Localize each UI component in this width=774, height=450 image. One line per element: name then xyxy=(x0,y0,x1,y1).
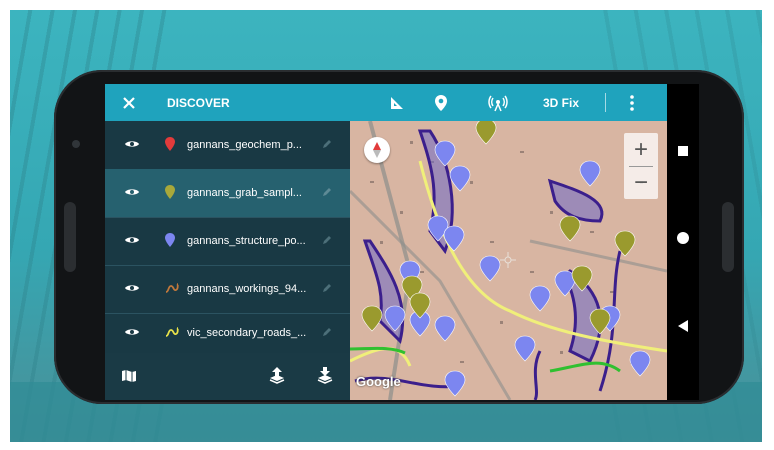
eye-icon[interactable] xyxy=(124,327,140,340)
edit-pencil-icon[interactable] xyxy=(322,327,332,340)
compass-button[interactable] xyxy=(364,137,390,163)
layer-row[interactable]: vic_secondary_roads_... xyxy=(105,313,350,354)
eye-icon[interactable] xyxy=(124,139,140,152)
close-icon[interactable] xyxy=(117,84,141,121)
gps-fix-status[interactable]: 3D Fix xyxy=(543,84,579,121)
toolbar-divider xyxy=(605,93,606,112)
app-screen: DISCOVER 3D Fix gannans_geochem_p... gan… xyxy=(105,84,667,400)
back-button[interactable] xyxy=(667,320,699,332)
layer-row[interactable]: gannans_structure_po... xyxy=(105,217,350,266)
pin-icon xyxy=(165,184,175,202)
zoom-in-button[interactable]: + xyxy=(624,133,658,166)
layer-name: gannans_geochem_p... xyxy=(187,139,302,151)
recents-button[interactable] xyxy=(667,146,699,156)
eye-icon[interactable] xyxy=(124,283,140,296)
home-button[interactable] xyxy=(667,232,699,244)
app-title: DISCOVER xyxy=(167,95,230,110)
edit-pencil-icon[interactable] xyxy=(322,187,332,200)
circle-icon xyxy=(677,232,689,244)
zoom-out-button[interactable]: − xyxy=(624,166,658,199)
polyline-icon xyxy=(165,282,179,297)
edit-pencil-icon[interactable] xyxy=(322,283,332,296)
download-layer-icon[interactable] xyxy=(317,366,333,389)
eye-icon[interactable] xyxy=(124,235,140,248)
front-camera xyxy=(72,140,80,148)
upload-layer-icon[interactable] xyxy=(269,366,285,389)
compass-icon xyxy=(373,142,381,158)
back-triangle-icon xyxy=(678,320,688,332)
layer-name: gannans_grab_sampl... xyxy=(187,187,302,199)
layer-row[interactable]: gannans_grab_sampl... xyxy=(105,169,350,218)
zoom-controls: + − xyxy=(624,133,658,199)
layer-name: vic_secondary_roads_... xyxy=(187,327,307,339)
layer-name: gannans_structure_po... xyxy=(187,235,306,247)
polyline-icon xyxy=(165,326,179,341)
edit-pencil-icon[interactable] xyxy=(322,235,332,248)
gps-antenna-icon[interactable] xyxy=(485,84,511,121)
layer-row[interactable]: gannans_workings_94... xyxy=(105,265,350,314)
square-icon xyxy=(678,146,688,156)
map-icon[interactable] xyxy=(121,369,137,388)
map-attribution: Google xyxy=(356,374,401,389)
ruler-icon[interactable] xyxy=(385,84,409,121)
eye-icon[interactable] xyxy=(124,187,140,200)
pin-icon xyxy=(165,136,175,154)
map-view[interactable]: + − Google xyxy=(350,121,667,400)
layer-row[interactable]: gannans_geochem_p... xyxy=(105,121,350,170)
layer-name: gannans_workings_94... xyxy=(187,283,307,295)
app-toolbar: DISCOVER 3D Fix xyxy=(105,84,667,121)
pin-icon xyxy=(165,232,175,250)
overflow-menu-icon[interactable] xyxy=(621,84,643,121)
location-pin-icon[interactable] xyxy=(429,84,453,121)
panel-bottom-bar xyxy=(105,353,350,400)
android-nav-bar xyxy=(667,84,699,400)
map-canvas[interactable] xyxy=(350,121,667,400)
left-speaker xyxy=(64,202,76,272)
edit-pencil-icon[interactable] xyxy=(322,139,332,152)
right-speaker xyxy=(722,202,734,272)
